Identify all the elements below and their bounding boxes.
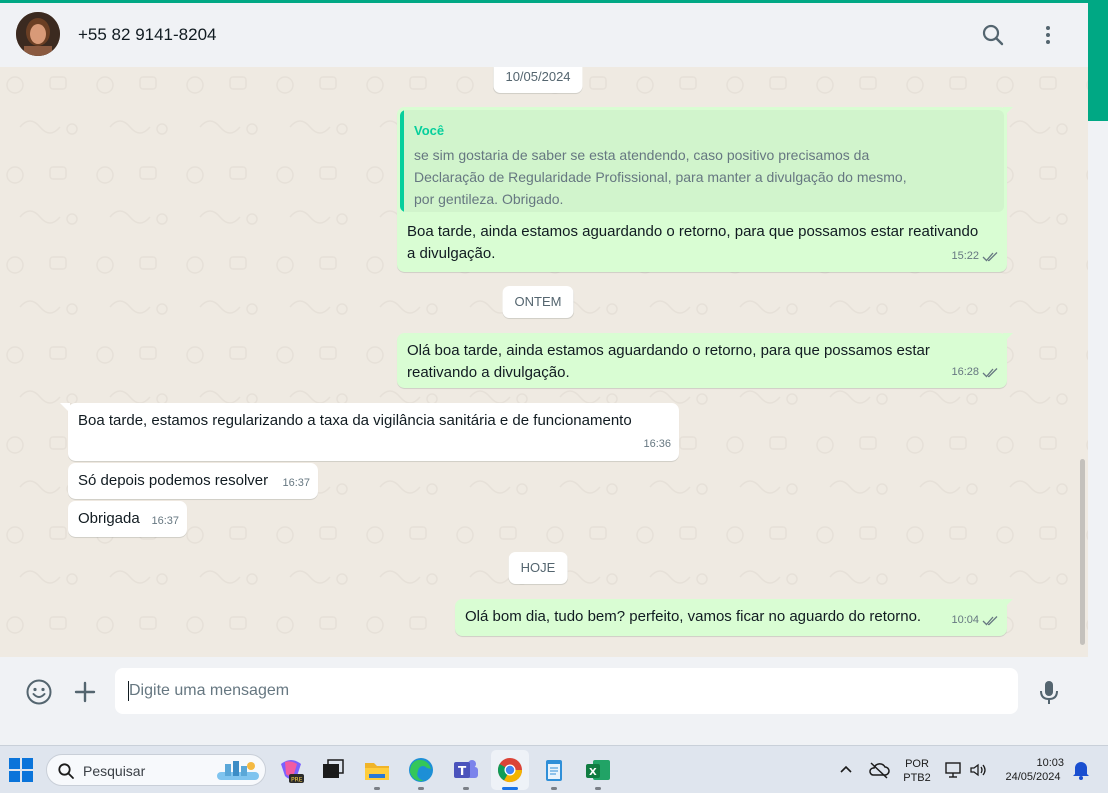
search-highlight-icon: [217, 761, 259, 780]
message-meta: 16:28: [951, 362, 999, 383]
message-bubble-incoming[interactable]: Obrigada 16:37: [68, 501, 187, 537]
message-bubble-outgoing[interactable]: Olá boa tarde, ainda estamos aguardando …: [397, 333, 1013, 388]
search-icon[interactable]: [979, 21, 1007, 49]
message-text-line: Boa tarde, ainda estamos aguardando o re…: [407, 223, 979, 240]
search-icon: [58, 763, 74, 779]
plus-icon[interactable]: [70, 677, 100, 707]
message-bubble-outgoing[interactable]: Você se sim gostaria de saber se esta at…: [397, 107, 1013, 272]
chat-header: +55 82 9141-8204: [0, 3, 1088, 67]
quote-text-line: por gentileza. Obrigado.: [414, 191, 564, 207]
date-chip: HOJE: [508, 552, 568, 584]
language-code: POR: [905, 758, 929, 770]
notification-bell-icon[interactable]: [1071, 759, 1099, 787]
chevron-up-icon[interactable]: [836, 760, 864, 788]
quoted-message[interactable]: Você se sim gostaria de saber se esta at…: [400, 110, 1004, 212]
double-check-icon: [982, 252, 998, 262]
chat-scrollbar[interactable]: [1078, 67, 1086, 657]
keyboard-layout: PTB2: [903, 772, 931, 784]
task-view-icon[interactable]: [319, 756, 347, 784]
svg-text:T: T: [458, 764, 467, 778]
message-meta: 16:36: [643, 434, 671, 455]
search-label: Pesquisar: [83, 763, 146, 779]
emoji-icon[interactable]: [24, 677, 54, 707]
message-time: 10:04: [951, 614, 979, 626]
menu-icon[interactable]: [1034, 21, 1062, 49]
message-input[interactable]: [115, 668, 1018, 714]
message-text-line: Olá bom dia, tudo bem? perfeito, vamos f…: [465, 608, 922, 625]
date-chip: ONTEM: [502, 286, 574, 318]
svg-text:X: X: [589, 767, 597, 778]
message-time: 15:22: [951, 250, 979, 262]
date-chip: 10/05/2024: [493, 67, 583, 93]
file-explorer-icon[interactable]: [363, 756, 391, 784]
message-bubble-incoming[interactable]: Só depois podemos resolver 16:37: [68, 463, 318, 499]
window-edge: [1088, 3, 1108, 745]
double-check-icon: [982, 616, 998, 626]
message-time: 16:37: [282, 477, 310, 489]
message-text-line: Obrigada: [78, 510, 140, 527]
microphone-icon[interactable]: [1034, 677, 1064, 707]
message-text-line: Boa tarde, estamos regularizando a taxa …: [78, 412, 632, 429]
teams-icon[interactable]: T: [452, 756, 480, 784]
message-composer: [0, 657, 1088, 725]
message-bubble-outgoing[interactable]: Olá bom dia, tudo bem? perfeito, vamos f…: [455, 599, 1013, 636]
volume-icon[interactable]: [968, 760, 996, 788]
message-text-line: Só depois podemos resolver: [78, 472, 269, 489]
message-meta: 15:22: [951, 246, 999, 267]
chrome-icon[interactable]: [496, 756, 524, 784]
quote-text-line: Declaração de Regularidade Profissional,…: [414, 169, 907, 185]
clock-date: 24/05/2024: [1005, 771, 1061, 783]
message-text-line: a divulgação.: [407, 245, 496, 262]
message-time: 16:36: [643, 438, 671, 450]
message-meta: 10:04: [951, 610, 999, 631]
quote-text-line: se sim gostaria de saber se esta atenden…: [414, 147, 870, 163]
excel-icon[interactable]: X: [584, 756, 612, 784]
scroll-thumb[interactable]: [1080, 459, 1085, 645]
text-caret: [128, 681, 129, 701]
quote-author: Você: [414, 123, 445, 138]
message-meta: 16:37: [151, 511, 179, 532]
taskbar-search[interactable]: Pesquisar: [46, 754, 266, 786]
message-time: 16:28: [951, 366, 979, 378]
clock-time: 10:03: [1036, 757, 1064, 769]
edge-icon[interactable]: [407, 756, 435, 784]
notepad-icon[interactable]: [540, 756, 568, 784]
contact-name[interactable]: +55 82 9141-8204: [78, 25, 217, 45]
double-check-icon: [982, 368, 998, 378]
cloud-offline-icon[interactable]: [868, 760, 896, 788]
window-bottom-edge: [0, 725, 1108, 745]
copilot-icon[interactable]: PRE: [277, 756, 305, 784]
message-text-line: Olá boa tarde, ainda estamos aguardando …: [407, 342, 930, 359]
taskbar: Pesquisar PRE T X POR PTB2 10:03 24/05/2…: [0, 745, 1108, 793]
clock[interactable]: 10:03 24/05/2024: [998, 756, 1068, 784]
message-text-line: reativando a divulgação.: [407, 364, 570, 381]
chat-area[interactable]: 10/05/2024 ONTEM HOJE Você se sim gostar…: [0, 67, 1088, 657]
contact-avatar[interactable]: [16, 12, 60, 56]
message-time: 16:37: [151, 515, 179, 527]
message-bubble-incoming[interactable]: Boa tarde, estamos regularizando a taxa …: [60, 403, 679, 461]
windows-start-icon[interactable]: [8, 757, 36, 785]
svg-text:PRE: PRE: [291, 777, 303, 784]
message-meta: 16:37: [282, 473, 310, 494]
language-indicator[interactable]: POR PTB2: [900, 757, 934, 785]
